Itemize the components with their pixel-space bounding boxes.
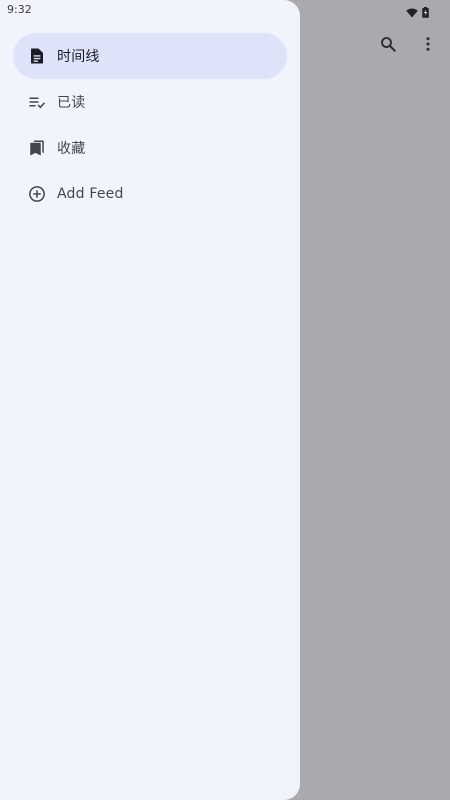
drawer-item-label: 已读 xyxy=(57,95,86,111)
drawer-item-label: Add Feed xyxy=(57,186,124,202)
app-toolbar xyxy=(368,34,440,58)
playlist-check-icon xyxy=(27,92,47,112)
search-button[interactable] xyxy=(376,34,400,58)
drawer-item-add-feed[interactable]: Add Feed xyxy=(13,171,287,217)
status-bar: 9:32 xyxy=(0,0,450,20)
drawer-item-label: 时间线 xyxy=(57,49,100,65)
search-icon xyxy=(379,35,397,57)
more-vert-icon xyxy=(419,35,437,57)
drawer-item-favorites[interactable]: 收藏 xyxy=(13,125,287,171)
add-circle-icon xyxy=(27,184,47,204)
battery-icon xyxy=(422,3,429,22)
status-time: 9:32 xyxy=(7,3,32,16)
article-icon xyxy=(27,46,47,66)
bookmarks-icon xyxy=(27,138,47,158)
more-options-button[interactable] xyxy=(416,34,440,58)
drawer-item-timeline[interactable]: 时间线 xyxy=(13,33,287,79)
status-icons xyxy=(406,3,429,22)
drawer-nav-list: 时间线 已读 收藏 Add Feed xyxy=(13,33,287,217)
drawer-item-label: 收藏 xyxy=(57,141,86,157)
screen: 9:32 时间线 已读 收藏 Add Feed xyxy=(0,0,450,800)
wifi-icon xyxy=(406,3,418,22)
drawer-item-read[interactable]: 已读 xyxy=(13,79,287,125)
navigation-drawer: 时间线 已读 收藏 Add Feed xyxy=(0,0,300,800)
